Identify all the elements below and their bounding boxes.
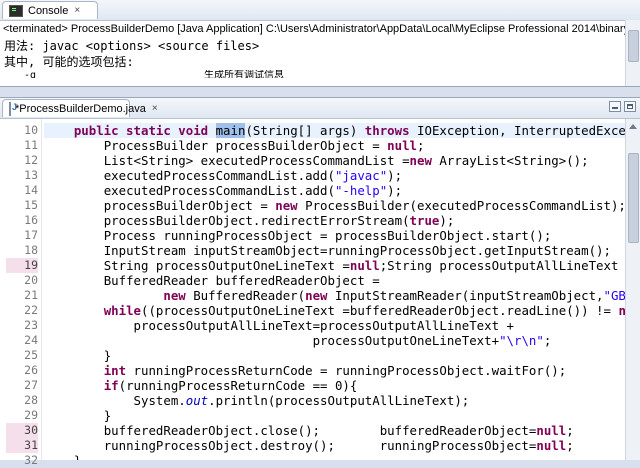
line-number[interactable]: 30 <box>6 423 38 438</box>
code-line-30[interactable]: bufferedReaderObject.close(); bufferedRe… <box>44 423 574 438</box>
line-number[interactable]: 18 <box>6 243 38 258</box>
console-tab[interactable]: Console × <box>2 1 98 19</box>
line-number[interactable]: 27 <box>6 378 38 393</box>
console-option-desc: 生成所有调试信息 <box>204 70 284 78</box>
console-output-line: 用法: javac <options> <source files> <box>4 39 260 53</box>
line-number[interactable]: 19 <box>6 258 38 273</box>
console-scrollbar[interactable] <box>625 20 640 86</box>
console-tab-label: Console <box>28 4 69 17</box>
code-line-10[interactable]: public static void main(String[] args) t… <box>44 123 626 138</box>
line-number[interactable]: 26 <box>6 363 38 378</box>
console-scrollbar-thumb[interactable] <box>628 30 639 62</box>
console-status-text: <terminated> ProcessBuilderDemo [Java Ap… <box>3 23 640 35</box>
code-line-11[interactable]: ProcessBuilder processBuilderObject = nu… <box>44 138 425 153</box>
code-line-12[interactable]: List<String> executedProcessCommandList … <box>44 153 589 168</box>
line-number[interactable]: 17 <box>6 228 38 243</box>
console-tab-bar: Console × <box>0 0 640 21</box>
line-number[interactable]: 16 <box>6 213 38 228</box>
console-output-line-partial: -g 生成所有调试信息 <box>0 70 640 78</box>
line-number[interactable]: 29 <box>6 408 38 423</box>
selected-text: main <box>215 123 246 138</box>
line-number[interactable]: 10 <box>6 123 38 138</box>
editor-view: *ProcessBuilderDemo.java × 1011121314151… <box>0 97 640 467</box>
editor-scrollbar-thumb[interactable] <box>628 153 639 243</box>
code-line-26[interactable]: int runningProcessReturnCode = runningPr… <box>44 363 567 378</box>
editor-scrollbar[interactable] <box>625 119 640 460</box>
gutter-divider <box>41 119 42 460</box>
line-number[interactable]: 11 <box>6 138 38 153</box>
code-line-22[interactable]: while((processOutputOneLineText =buffere… <box>44 303 626 318</box>
maximize-icon[interactable] <box>624 101 636 112</box>
editor-tab-bar: *ProcessBuilderDemo.java × <box>0 98 640 119</box>
line-number[interactable]: 32 <box>6 453 38 468</box>
code-line-29[interactable]: } <box>44 408 111 423</box>
editor-tab-label: *ProcessBuilderDemo.java <box>15 102 146 115</box>
code-line-24[interactable]: processOutputOneLineText+"\r\n"; <box>44 333 552 348</box>
code-line-25[interactable]: } <box>44 348 111 363</box>
line-number[interactable]: 14 <box>6 183 38 198</box>
code-line-27[interactable]: if(runningProcessReturnCode == 0){ <box>44 378 358 393</box>
code-line-14[interactable]: executedProcessCommandList.add("-help"); <box>44 183 402 198</box>
line-number[interactable]: 25 <box>6 348 38 363</box>
close-icon[interactable]: × <box>74 5 80 16</box>
code-line-13[interactable]: executedProcessCommandList.add("javac"); <box>44 168 402 183</box>
line-number[interactable]: 22 <box>6 303 38 318</box>
view-controls <box>609 101 636 112</box>
code-area[interactable]: public static void main(String[] args) t… <box>44 119 626 460</box>
line-number[interactable]: 23 <box>6 318 38 333</box>
line-number[interactable]: 21 <box>6 288 38 303</box>
code-line-16[interactable]: processBuilderObject.redirectErrorStream… <box>44 213 455 228</box>
code-line-28[interactable]: System.out.println(processOutputAllLineT… <box>44 393 470 408</box>
code-line-31[interactable]: runningProcessObject.destroy(); runningP… <box>44 438 574 453</box>
minimize-icon[interactable] <box>609 101 621 112</box>
console-icon <box>9 4 23 17</box>
code-line-23[interactable]: processOutputAllLineText=processOutputAl… <box>44 318 514 333</box>
code-line-15[interactable]: processBuilderObject = new ProcessBuilde… <box>44 198 626 213</box>
code-line-19[interactable]: String processOutputOneLineText =null;St… <box>44 258 626 273</box>
line-number[interactable]: 31 <box>6 438 38 453</box>
scroll-up-icon[interactable] <box>629 124 637 129</box>
line-number-gutter[interactable]: 10 11 12 13 14 15 16 17 18 19 20 21 22 23 24 25 26 27 28 29… <box>0 119 44 467</box>
code-line-17[interactable]: Process runningProcessObject = processBu… <box>44 228 552 243</box>
line-number[interactable]: 24 <box>6 333 38 348</box>
code-line-21[interactable]: new BufferedReader(new InputStreamReader… <box>44 288 626 303</box>
line-number[interactable]: 28 <box>6 393 38 408</box>
line-number[interactable]: 13 <box>6 168 38 183</box>
code-line-20[interactable]: BufferedReader bufferedReaderObject = <box>44 273 380 288</box>
line-number[interactable]: 20 <box>6 273 38 288</box>
console-option: -g <box>24 70 37 78</box>
code-line-18[interactable]: InputStream inputStreamObject=runningPro… <box>44 243 611 258</box>
line-number[interactable]: 15 <box>6 198 38 213</box>
console-output-line: 其中, 可能的选项包括: <box>4 55 134 69</box>
java-file-icon <box>9 101 17 116</box>
editor-tab[interactable]: *ProcessBuilderDemo.java × <box>2 99 158 117</box>
close-icon[interactable]: × <box>152 103 158 114</box>
line-number[interactable]: 12 <box>6 153 38 168</box>
console-view: Console × <terminated> ProcessBuilderDem… <box>0 0 640 87</box>
